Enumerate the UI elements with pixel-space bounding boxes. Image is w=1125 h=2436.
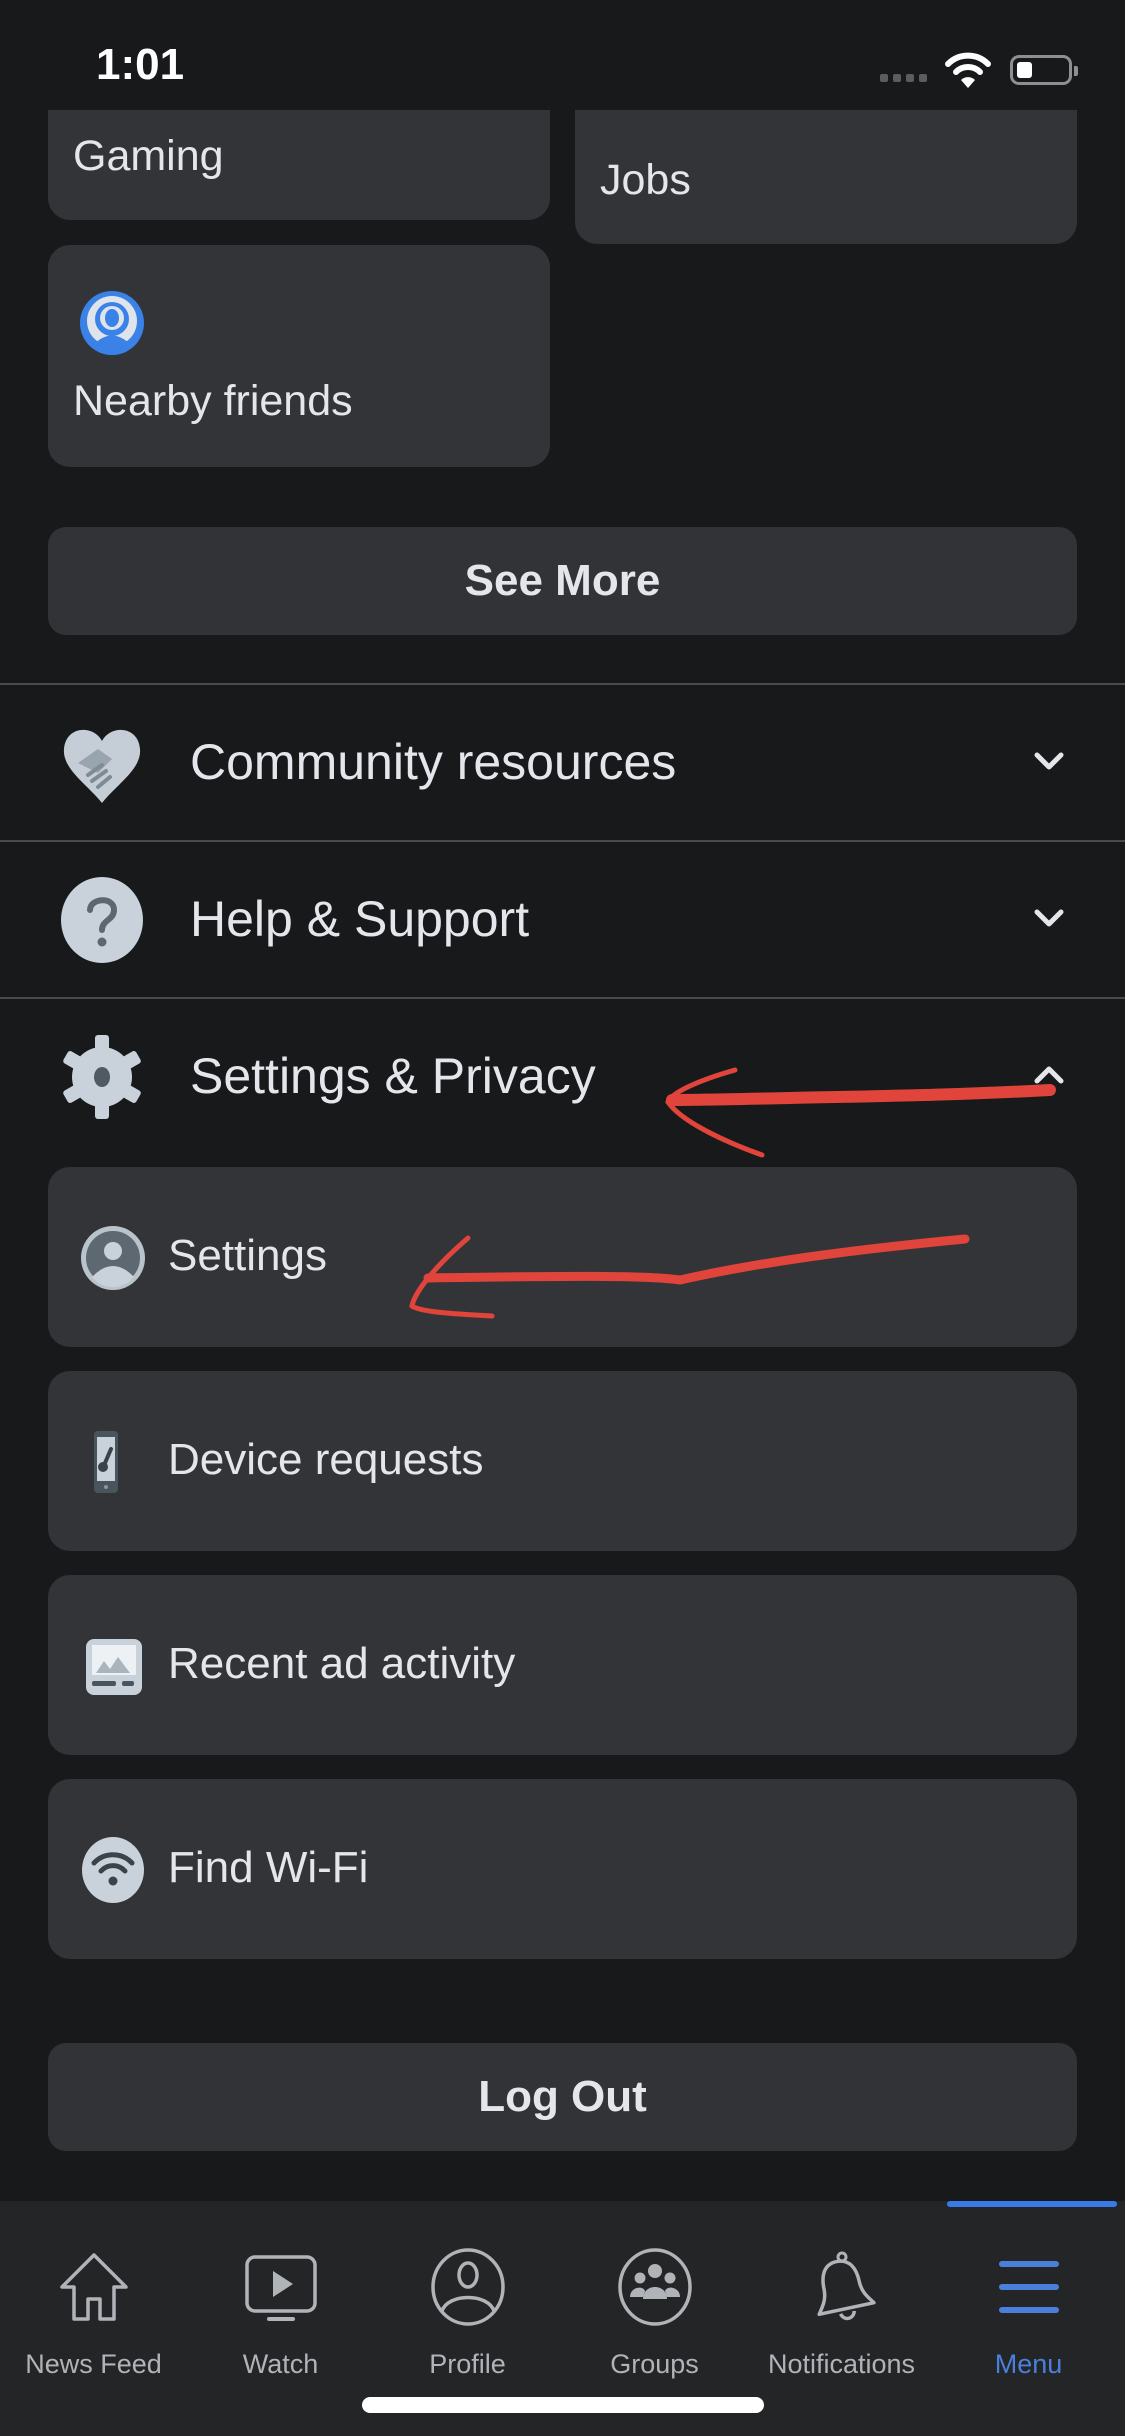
shortcut-jobs[interactable]: Jobs bbox=[575, 110, 1077, 244]
tab-watch[interactable]: Watch bbox=[187, 2201, 374, 2381]
section-label: Help & Support bbox=[190, 891, 530, 947]
section-label: Settings & Privacy bbox=[190, 1048, 596, 1104]
watch-video-icon bbox=[244, 2255, 317, 2321]
tab-groups[interactable]: Groups bbox=[561, 2201, 748, 2381]
tab-news-feed[interactable]: News Feed bbox=[0, 2201, 187, 2381]
tab-label: Watch bbox=[242, 2349, 319, 2379]
tab-label: Profile bbox=[429, 2349, 506, 2379]
tab-label: Notifications bbox=[767, 2349, 916, 2379]
handshake-heart-icon bbox=[63, 729, 141, 803]
chevron-down-icon[interactable] bbox=[1029, 898, 1069, 938]
settings-item-find-wifi[interactable]: Find Wi-Fi bbox=[48, 1779, 1077, 1959]
shortcut-label: Gaming bbox=[73, 132, 224, 180]
phone-key-icon bbox=[94, 1431, 118, 1493]
section-settings-privacy[interactable]: Settings & Privacy bbox=[0, 999, 1125, 1154]
tab-label: Groups bbox=[610, 2349, 699, 2379]
user-circle-icon bbox=[81, 1226, 145, 1290]
cellular-signal-icon bbox=[880, 74, 927, 82]
settings-item-label: Find Wi-Fi bbox=[168, 1843, 369, 1892]
nearby-friends-icon bbox=[80, 291, 144, 355]
gear-icon bbox=[63, 1035, 141, 1119]
settings-item-recent-ad-activity[interactable]: Recent ad activity bbox=[48, 1575, 1077, 1755]
section-community-resources[interactable]: Community resources bbox=[0, 685, 1125, 840]
menu-icon bbox=[998, 2261, 1059, 2313]
bell-icon bbox=[816, 2251, 876, 2321]
tab-label: News Feed bbox=[25, 2349, 162, 2379]
settings-item-label: Recent ad activity bbox=[168, 1639, 516, 1688]
status-time: 1:01 bbox=[96, 40, 185, 89]
settings-item-device-requests[interactable]: Device requests bbox=[48, 1371, 1077, 1551]
wifi-icon bbox=[82, 1837, 144, 1903]
tab-notifications[interactable]: Notifications bbox=[748, 2201, 935, 2381]
settings-item-label: Settings bbox=[168, 1231, 327, 1280]
see-more-button[interactable]: See More bbox=[48, 527, 1077, 635]
question-icon bbox=[61, 877, 143, 963]
shortcut-gaming[interactable]: Gaming bbox=[48, 110, 550, 220]
shortcut-nearby-friends[interactable]: Nearby friends bbox=[48, 245, 550, 467]
section-help-support[interactable]: Help & Support bbox=[0, 842, 1125, 997]
ad-image-icon bbox=[86, 1639, 142, 1695]
profile-icon bbox=[430, 2248, 505, 2326]
chevron-up-icon[interactable] bbox=[1029, 1055, 1069, 1095]
groups-icon bbox=[617, 2248, 692, 2326]
shortcut-label: Jobs bbox=[600, 156, 691, 204]
home-indicator[interactable] bbox=[362, 2397, 764, 2413]
settings-item-settings[interactable]: Settings bbox=[48, 1167, 1077, 1347]
wifi-status-icon bbox=[945, 52, 991, 88]
log-out-button[interactable]: Log Out bbox=[48, 2043, 1077, 2151]
battery-icon bbox=[1010, 55, 1078, 85]
tab-label: Menu bbox=[994, 2349, 1063, 2379]
tab-profile[interactable]: Profile bbox=[374, 2201, 561, 2381]
home-icon bbox=[59, 2253, 128, 2321]
shortcut-label: Nearby friends bbox=[73, 377, 353, 425]
section-label: Community resources bbox=[190, 734, 677, 790]
settings-item-label: Device requests bbox=[168, 1435, 484, 1484]
chevron-down-icon[interactable] bbox=[1029, 741, 1069, 781]
tab-menu[interactable]: Menu bbox=[935, 2201, 1122, 2381]
